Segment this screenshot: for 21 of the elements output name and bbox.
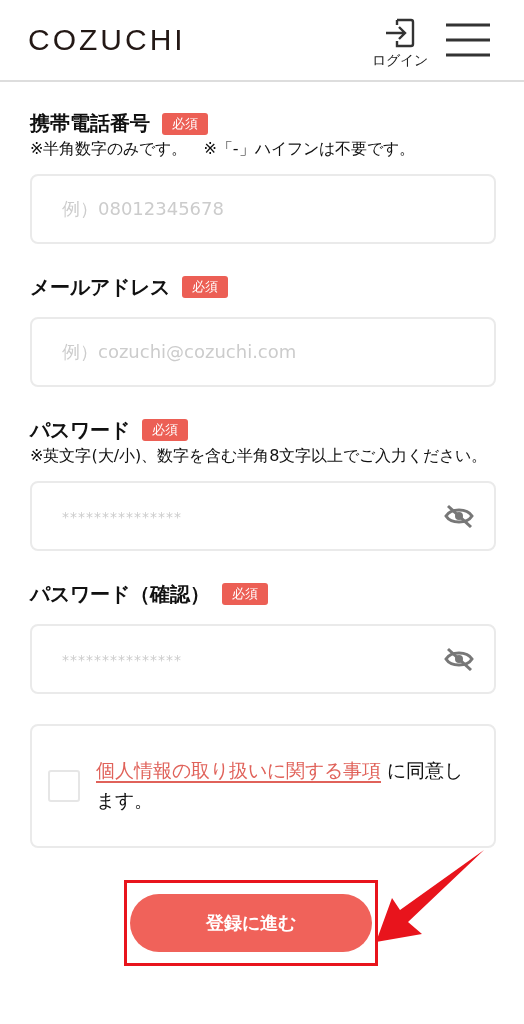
- required-badge: 必須: [142, 419, 188, 442]
- logo[interactable]: COZUCHI: [28, 23, 186, 57]
- checkbox[interactable]: [48, 769, 80, 802]
- menu-icon[interactable]: [446, 23, 490, 57]
- eye-off-icon[interactable]: [444, 646, 474, 671]
- field-label: 携帯電話番号: [30, 110, 150, 137]
- eye-off-icon[interactable]: [444, 503, 474, 528]
- input-field[interactable]: ***************: [30, 623, 496, 694]
- privacy-link[interactable]: 個人情報の取り扱いに関する事項: [96, 759, 381, 784]
- field-label: パスワード: [30, 416, 130, 444]
- required-badge: 必須: [162, 112, 208, 135]
- required-badge: 必須: [182, 276, 228, 299]
- field-label: メールアドレス: [30, 273, 170, 301]
- login-button[interactable]: ログイン: [372, 16, 428, 70]
- consent-text: 個人情報の取り扱いに関する事項 に同意します。: [96, 758, 465, 813]
- input-field[interactable]: ***************: [30, 480, 496, 551]
- required-badge: 必須: [222, 583, 268, 606]
- login-icon[interactable]: [383, 16, 417, 50]
- field-note: ※英文字(大/小)、数字を含む半角8文字以上でご入力ください。: [30, 447, 489, 465]
- field-label: パスワード（確認）: [30, 580, 210, 608]
- field-note: ※半角数字のみです。 ※「-」ハイフンは不要です。: [30, 141, 416, 158]
